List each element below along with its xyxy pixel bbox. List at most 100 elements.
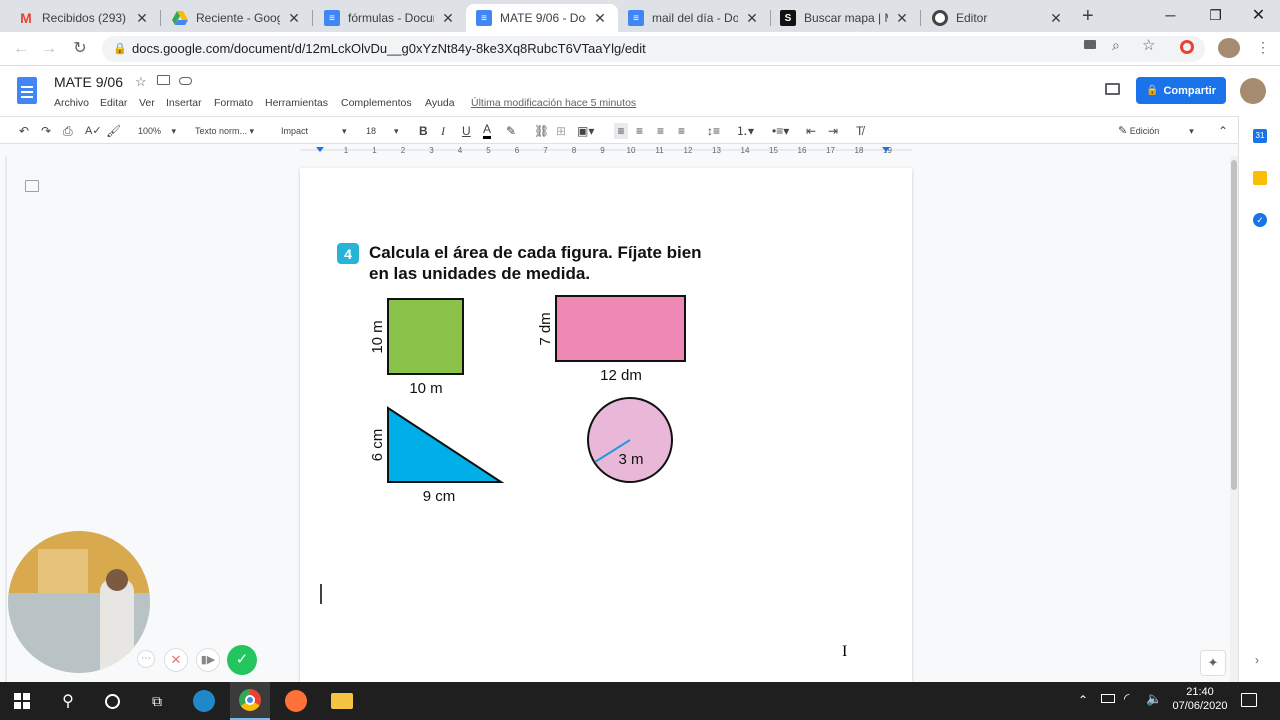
browser-tab[interactable]: M Recibidos (293) - s ✕ xyxy=(8,4,160,32)
justify-icon[interactable]: ≡ xyxy=(678,123,685,139)
spellcheck-icon[interactable]: A✓ xyxy=(85,123,102,139)
menu-complementos[interactable]: Complementos xyxy=(341,97,412,109)
highlight-icon[interactable]: ✎ xyxy=(506,123,516,139)
print-icon[interactable]: ⎙ xyxy=(63,123,73,139)
search-icon[interactable]: ⚲ xyxy=(48,682,88,720)
comments-icon[interactable] xyxy=(1105,83,1120,95)
menu-herramientas[interactable]: Herramientas xyxy=(265,97,328,109)
new-tab-button[interactable]: + xyxy=(1082,5,1094,28)
close-icon[interactable]: ✕ xyxy=(1048,10,1064,27)
docs-logo-icon[interactable] xyxy=(17,77,37,104)
underline-icon[interactable]: U xyxy=(462,123,471,139)
url-input[interactable]: 🔒 docs.google.com/document/d/12mLckOlvDu… xyxy=(102,36,1205,62)
close-icon[interactable]: ✕ xyxy=(744,10,760,27)
cortana-icon[interactable] xyxy=(92,682,132,720)
numbered-list-icon[interactable]: ⒈▾ xyxy=(736,123,754,139)
expand-panel-icon[interactable]: › xyxy=(1255,653,1259,667)
webcam-bubble[interactable] xyxy=(8,531,150,673)
collapse-menu-icon[interactable]: ⌃ xyxy=(1218,123,1228,139)
redo-icon[interactable]: ↷ xyxy=(41,123,51,139)
browser-tab[interactable]: ≡ mail del día - Doc ✕ xyxy=(618,4,770,32)
menu-ver[interactable]: Ver xyxy=(139,97,155,109)
increase-indent-icon[interactable]: ⇥ xyxy=(828,123,838,139)
calendar-icon[interactable]: 31 xyxy=(1253,129,1267,143)
browser-tab[interactable]: Reciente - Google ✕ xyxy=(162,4,312,32)
keep-icon[interactable] xyxy=(1253,171,1267,185)
battery-icon[interactable] xyxy=(1101,694,1115,703)
clear-formatting-icon[interactable]: T̸ xyxy=(856,123,863,139)
horizontal-ruler[interactable]: 1123456789101112131415161718192 xyxy=(300,144,912,156)
last-edit-link[interactable]: Última modificación hace 5 minutos xyxy=(471,97,636,109)
menu-archivo[interactable]: Archivo xyxy=(54,97,89,109)
editing-mode-select[interactable]: ✎ Edición ▾ xyxy=(1118,123,1208,139)
align-left-icon[interactable]: ≡ xyxy=(614,123,628,139)
close-icon[interactable]: ✕ xyxy=(894,10,910,27)
text-color-icon[interactable]: A xyxy=(483,123,492,139)
align-right-icon[interactable]: ≡ xyxy=(657,123,664,139)
close-icon[interactable]: ✕ xyxy=(440,10,456,27)
user-avatar[interactable] xyxy=(1240,78,1266,104)
chrome-icon[interactable] xyxy=(230,682,270,720)
add-comment-icon[interactable]: ⊞ xyxy=(556,123,566,139)
menu-formato[interactable]: Formato xyxy=(214,97,253,109)
reload-icon[interactable]: ↻ xyxy=(69,39,91,59)
show-hidden-icons[interactable]: ⌃ xyxy=(1078,693,1088,707)
paint-format-icon[interactable]: 🖌 xyxy=(106,123,121,139)
paragraph-style-select[interactable]: Texto norm... ▾ xyxy=(195,123,265,139)
firefox-icon[interactable] xyxy=(276,682,316,720)
zoom-select[interactable]: 100% ▾ xyxy=(138,123,178,139)
close-icon[interactable]: ✕ xyxy=(286,10,302,27)
browser-menu-icon[interactable]: ⋮ xyxy=(1256,39,1270,56)
close-icon[interactable]: ✕ xyxy=(134,10,150,27)
vertical-scrollbar[interactable] xyxy=(1230,156,1238,682)
align-center-icon[interactable]: ≡ xyxy=(636,123,643,139)
restore-icon[interactable]: ❐ xyxy=(1193,0,1238,30)
file-explorer-icon[interactable] xyxy=(322,682,362,720)
discard-recording-icon[interactable]: ✕ xyxy=(164,648,188,672)
share-button[interactable]: 🔒 Compartir xyxy=(1136,77,1226,104)
document-page[interactable]: 4 Calcula el área de cada figura. Fíjate… xyxy=(300,168,912,682)
menu-ayuda[interactable]: Ayuda xyxy=(425,97,455,109)
bold-icon[interactable]: B xyxy=(419,123,428,139)
close-icon[interactable]: ✕ xyxy=(592,10,608,27)
move-folder-icon[interactable] xyxy=(157,75,170,85)
windows-start-icon[interactable] xyxy=(2,682,42,720)
undo-icon[interactable]: ↶ xyxy=(19,123,29,139)
browser-tab-active[interactable]: ≡ MATE 9/06 - Docu ✕ xyxy=(466,4,618,32)
line-spacing-icon[interactable]: ↕≡ xyxy=(707,123,720,139)
browser-tab[interactable]: S Buscar mapa | Mo ✕ xyxy=(770,4,920,32)
edge-icon[interactable] xyxy=(184,682,224,720)
zoom-icon[interactable]: ⌕ xyxy=(1112,37,1120,54)
browser-tab[interactable]: Editor ✕ xyxy=(922,4,1074,32)
browser-tab[interactable]: ≡ fórmulas - Docum ✕ xyxy=(314,4,466,32)
volume-icon[interactable]: 🔈 xyxy=(1146,691,1162,707)
insert-image-icon[interactable]: ▣▾ xyxy=(577,123,594,139)
font-size-select[interactable]: 18 ▾ xyxy=(366,123,406,139)
bulleted-list-icon[interactable]: •≡▾ xyxy=(772,123,789,139)
document-outline-icon[interactable] xyxy=(25,180,39,192)
minimize-icon[interactable]: ─ xyxy=(1148,0,1193,30)
notifications-icon[interactable] xyxy=(1241,693,1257,707)
window-close-icon[interactable]: ✕ xyxy=(1236,0,1280,30)
document-title[interactable]: MATE 9/06 xyxy=(54,74,123,90)
forward-icon[interactable]: → xyxy=(38,39,60,59)
more-options-icon[interactable]: ⋯ xyxy=(137,650,155,668)
italic-icon[interactable]: I xyxy=(441,123,445,139)
finish-recording-icon[interactable]: ✓ xyxy=(227,645,257,675)
explore-icon[interactable]: ✦ xyxy=(1200,650,1226,676)
bookmark-star-icon[interactable]: ☆ xyxy=(1142,36,1155,54)
extension-icon[interactable] xyxy=(1180,40,1194,54)
star-icon[interactable]: ☆ xyxy=(135,74,147,90)
decrease-indent-icon[interactable]: ⇤ xyxy=(806,123,816,139)
link-icon[interactable]: ⛓ xyxy=(534,123,549,139)
menu-insertar[interactable]: Insertar xyxy=(166,97,202,109)
back-icon[interactable]: ← xyxy=(10,39,32,59)
camera-icon[interactable] xyxy=(1084,40,1096,49)
clock[interactable]: 21:40 07/06/2020 xyxy=(1170,686,1230,712)
wifi-icon[interactable]: ◜ xyxy=(1124,690,1129,707)
task-view-icon[interactable]: ⧉ xyxy=(137,682,177,720)
pause-recording-icon[interactable]: ▮▶ xyxy=(196,648,220,672)
menu-editar[interactable]: Editar xyxy=(100,97,127,109)
tasks-icon[interactable]: ✓ xyxy=(1253,213,1267,227)
font-select[interactable]: Impact ▾ xyxy=(281,123,351,139)
